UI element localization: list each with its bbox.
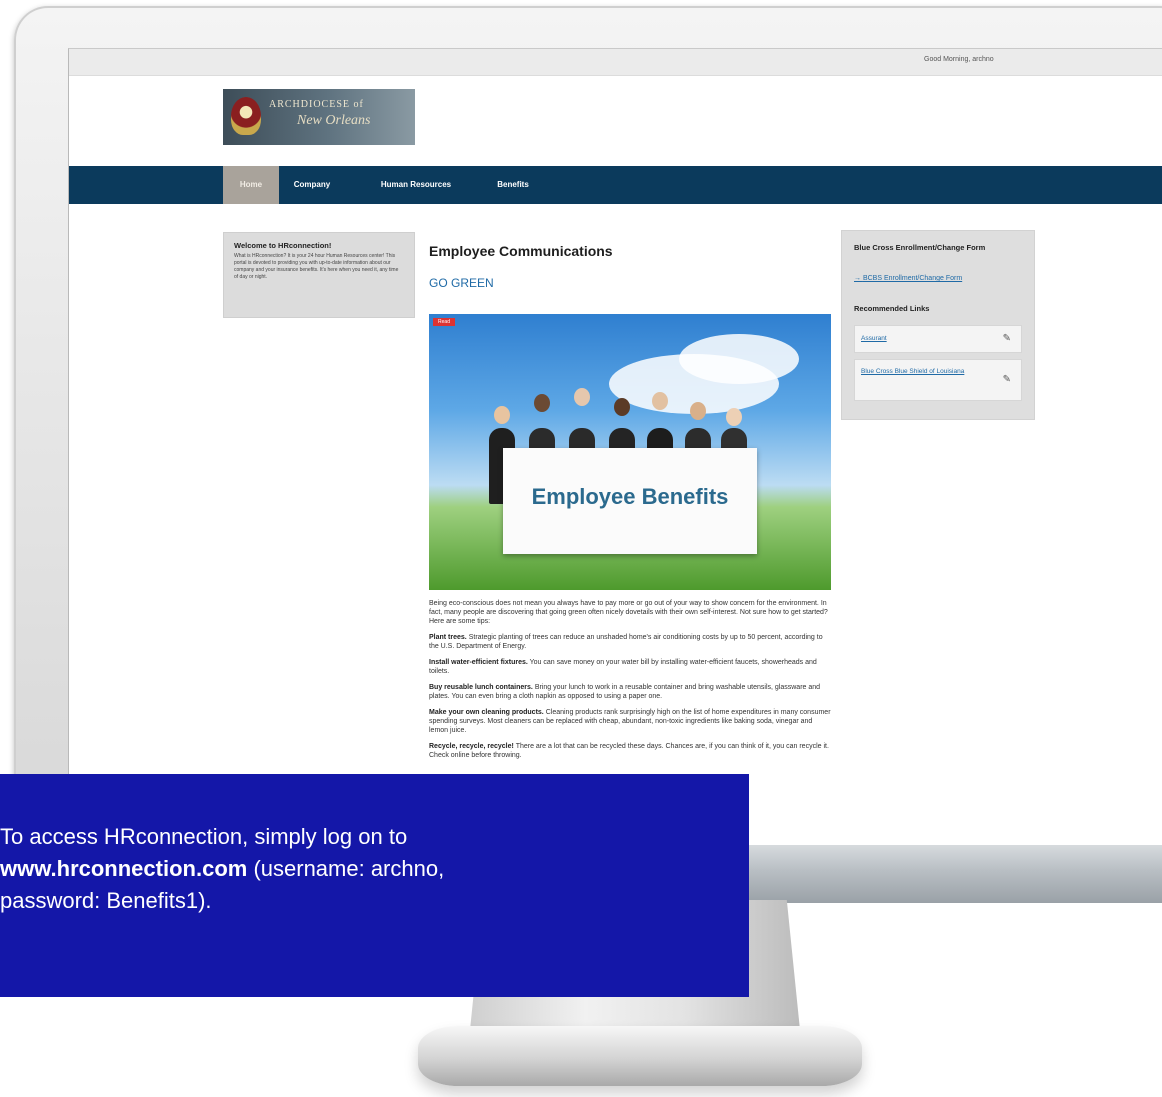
tip-paragraph: Buy reusable lunch containers. Bring you…	[429, 683, 831, 701]
sidebar-title: Blue Cross Enrollment/Change Form	[854, 243, 986, 252]
person-head	[494, 406, 510, 424]
caption-url: www.hrconnection.com	[0, 856, 248, 881]
tip-paragraph: Install water-efficient fixtures. You ca…	[429, 658, 831, 676]
article-body: Being eco-conscious does not mean you al…	[429, 599, 831, 767]
top-bar: Good Morning, archno	[69, 49, 1162, 76]
tip-title: Make your own cleaning products.	[429, 709, 544, 716]
caption-line-1: To access HRconnection, simply log on to	[0, 824, 408, 849]
caption-line-2: (username: archno,	[247, 856, 445, 881]
main-nav: Home Company Info Human Resources Benefi…	[69, 166, 1162, 227]
tip-title: Plant trees.	[429, 634, 467, 641]
paperclip-icon: ✎	[1002, 374, 1011, 385]
recommended-link-card[interactable]: Assurant ✎	[854, 325, 1022, 353]
recommended-link-card[interactable]: Blue Cross Blue Shield of Louisiana ✎	[854, 359, 1022, 401]
logo-line-2: New Orleans	[297, 113, 371, 128]
recommended-link-label[interactable]: Blue Cross Blue Shield of Louisiana	[861, 368, 979, 376]
tip-title: Install water-efficient fixtures.	[429, 659, 528, 666]
site-logo[interactable]: ARCHDIOCESE of New Orleans	[223, 89, 415, 145]
person-head	[690, 402, 706, 420]
page-title: Employee Communications	[429, 243, 613, 259]
nav-company-info[interactable]: Company Info	[287, 166, 337, 227]
article-intro: Being eco-conscious does not mean you al…	[429, 600, 828, 625]
tip-title: Buy reusable lunch containers.	[429, 684, 533, 691]
bcbs-form-link[interactable]: → BCBS Enrollment/Change Form	[854, 275, 962, 282]
read-badge[interactable]: Read	[433, 318, 455, 326]
caption-line-3: password: Benefits1).	[0, 888, 212, 913]
recommended-links-heading: Recommended Links	[854, 304, 930, 313]
welcome-panel: Welcome to HRconnection! What is HRconne…	[223, 232, 415, 318]
person-head	[614, 398, 630, 416]
screen: Good Morning, archno ARCHDIOCESE of New …	[68, 48, 1162, 845]
person-head	[652, 392, 668, 410]
sidebar-panel: Blue Cross Enrollment/Change Form → BCBS…	[841, 230, 1035, 420]
cloud	[679, 334, 799, 384]
person-head	[574, 388, 590, 406]
article-title-link[interactable]: GO GREEN	[429, 276, 494, 290]
paperclip-icon: ✎	[1002, 333, 1011, 344]
link-arrow-icon: →	[854, 275, 863, 282]
monitor-stand-base	[418, 1026, 862, 1086]
caption-text: To access HRconnection, simply log on to…	[0, 821, 740, 917]
tip-title: Recycle, recycle, recycle!	[429, 743, 514, 750]
recommended-link-label[interactable]: Assurant	[861, 335, 887, 343]
caption-banner: To access HRconnection, simply log on to…	[0, 774, 749, 997]
person-head	[726, 408, 742, 426]
hero-sign-text: Employee Benefits	[531, 484, 729, 509]
welcome-text: What is HRconnection? It is your 24 hour…	[234, 253, 399, 280]
person-head	[534, 394, 550, 412]
crest-icon	[231, 97, 261, 135]
hero-sign: Employee Benefits	[503, 448, 757, 554]
logo-line-1: ARCHDIOCESE of	[269, 99, 364, 110]
greeting-text: Good Morning, archno	[924, 56, 994, 63]
tip-text: Strategic planting of trees can reduce a…	[429, 634, 823, 650]
tip-paragraph: Recycle, recycle, recycle! There are a l…	[429, 742, 831, 760]
tip-paragraph: Make your own cleaning products. Cleanin…	[429, 708, 831, 735]
welcome-title: Welcome to HRconnection!	[234, 241, 332, 250]
nav-home[interactable]: Home	[223, 166, 279, 204]
nav-human-resources[interactable]: Human Resources	[379, 166, 453, 204]
hero-image: Read Employee Benefits	[429, 314, 831, 590]
nav-benefits[interactable]: Benefits	[493, 166, 533, 204]
tip-paragraph: Plant trees. Strategic planting of trees…	[429, 633, 831, 651]
